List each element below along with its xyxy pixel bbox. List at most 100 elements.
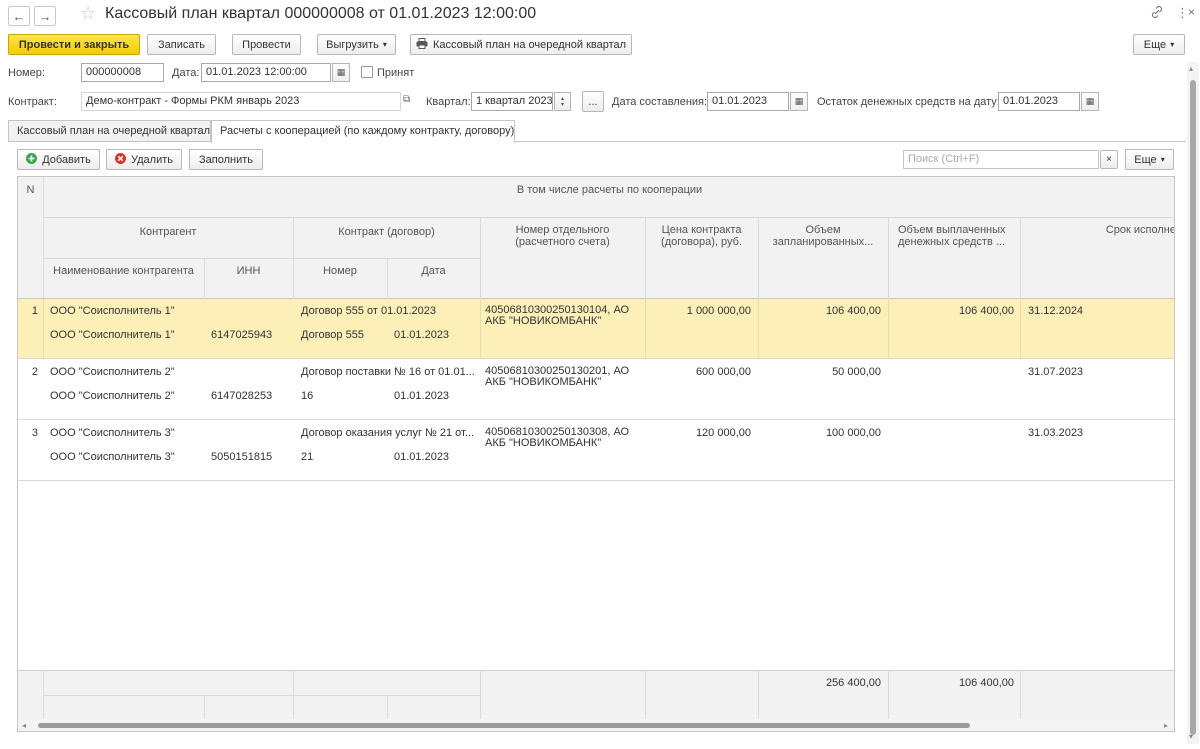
contract-label: Контракт:: [8, 96, 57, 108]
row-number: 3: [31, 427, 38, 439]
fill-button[interactable]: Заполнить: [189, 149, 263, 170]
tab-quarter-plan[interactable]: Кассовый план на очередной квартал: [8, 120, 211, 142]
vertical-scrollbar[interactable]: ▴ ▾: [1187, 62, 1199, 744]
quarter-select-button[interactable]: ...: [582, 91, 604, 112]
compile-date-field[interactable]: 01.01.2023: [707, 92, 789, 111]
cell-deadline[interactable]: 31.07.2023: [1028, 366, 1168, 378]
dropdown-arrow-icon: ▾: [1160, 155, 1165, 164]
col-date-header[interactable]: Дата: [387, 258, 480, 284]
cell-date[interactable]: 01.01.2023: [394, 329, 478, 341]
quarter-field[interactable]: 1 квартал 2023: [471, 92, 553, 111]
scroll-up-icon[interactable]: ▴: [1189, 64, 1193, 73]
tab-cooperation[interactable]: Расчеты с кооперацией (по каждому контра…: [211, 120, 515, 143]
cell-inn[interactable]: 5050151815: [211, 451, 291, 463]
page-title: Кассовый план квартал 000000008 от 01.01…: [105, 5, 537, 22]
col-cp-name-header[interactable]: Наименование контрагента: [43, 258, 204, 284]
post-button[interactable]: Провести: [232, 34, 301, 55]
add-label: Добавить: [42, 153, 91, 166]
link-icon[interactable]: [1150, 5, 1164, 22]
delete-label: Удалить: [131, 153, 173, 166]
print-plan-button[interactable]: Кассовый план на очередной квартал: [410, 34, 632, 55]
col-price-header[interactable]: Цена контракта (договора), руб.: [645, 223, 758, 249]
save-button[interactable]: Записать: [147, 34, 216, 55]
post-and-close-button[interactable]: Провести и закрыть: [8, 34, 140, 55]
contract-field[interactable]: Демо-контракт - Формы РКМ январь 2023: [81, 92, 401, 111]
cell-inn[interactable]: 6147025943: [211, 329, 291, 341]
balance-date-field[interactable]: 01.01.2023: [998, 92, 1080, 111]
delete-button[interactable]: Удалить: [106, 149, 182, 170]
dropdown-arrow-icon: ▾: [1170, 40, 1175, 49]
cell-contract[interactable]: Договор 555 от 01.01.2023: [301, 305, 477, 317]
col-deadline-header[interactable]: Срок исполне: [1020, 217, 1174, 243]
col-inn-header[interactable]: ИНН: [204, 258, 293, 284]
cell-date[interactable]: 01.01.2023: [394, 390, 478, 402]
cell-account[interactable]: 40506810300250130104, АО АКБ "НОВИКОМБАН…: [485, 305, 640, 327]
date-field[interactable]: 01.01.2023 12:00:00: [201, 63, 331, 82]
plus-circle-icon: [26, 152, 38, 167]
cell-cp-name[interactable]: ООО "Соисполнитель 1": [50, 329, 200, 341]
cell-price[interactable]: 120 000,00: [648, 427, 751, 439]
horizontal-scrollbar[interactable]: ◂ ▸: [18, 719, 1174, 731]
cell-account[interactable]: 40506810300250130308, АО АКБ "НОВИКОМБАН…: [485, 427, 640, 449]
col-counterparty-header[interactable]: Контрагент: [43, 217, 293, 247]
cell-inn[interactable]: 6147028253: [211, 390, 291, 402]
accepted-label: Принят: [377, 67, 415, 79]
open-icon[interactable]: ⧉: [403, 94, 410, 105]
cell-counterparty[interactable]: ООО "Соисполнитель 2": [50, 366, 290, 378]
quarter-stepper-icon[interactable]: ▴ ▾: [554, 92, 571, 111]
scroll-left-icon[interactable]: ◂: [22, 721, 26, 730]
clear-search-button[interactable]: ×: [1100, 150, 1118, 169]
cell-contract[interactable]: Договор оказания услуг № 21 от...: [301, 427, 477, 439]
cell-counterparty[interactable]: ООО "Соисполнитель 1": [50, 305, 290, 317]
vertical-scroll-thumb[interactable]: [1190, 80, 1196, 735]
cell-planned[interactable]: 106 400,00: [761, 305, 881, 317]
col-planned-header[interactable]: Объем запланированных...: [758, 223, 888, 249]
cell-price[interactable]: 1 000 000,00: [648, 305, 751, 317]
cell-cp-name[interactable]: ООО "Соисполнитель 3": [50, 451, 200, 463]
cell-number[interactable]: Договор 555: [301, 329, 385, 341]
print-plan-label: Кассовый план на очередной квартал: [432, 38, 627, 51]
cell-deadline[interactable]: 31.12.2024: [1028, 305, 1168, 317]
date-label: Дата:: [172, 67, 200, 79]
table-more-button[interactable]: Еще ▾: [1125, 149, 1174, 170]
col-n-header[interactable]: N: [18, 177, 43, 202]
calendar-icon[interactable]: ▦: [790, 92, 808, 111]
balance-date-label: Остаток денежных средств на дату:: [817, 96, 1000, 108]
number-label: Номер:: [8, 67, 45, 79]
back-button[interactable]: ←: [8, 6, 30, 26]
printer-icon: [416, 37, 428, 52]
row-number: 2: [31, 366, 38, 378]
favorite-star-icon[interactable]: ☆: [80, 3, 96, 24]
number-field[interactable]: 000000008: [81, 63, 164, 82]
col-number-header[interactable]: Номер: [293, 258, 387, 284]
cell-contract[interactable]: Договор поставки № 16 от 01.01...: [301, 366, 477, 378]
col-contract-header[interactable]: Контракт (договор): [293, 217, 480, 247]
col-account-header[interactable]: Номер отдельного (расчетного счета): [480, 223, 645, 249]
forward-button[interactable]: →: [34, 6, 56, 26]
cell-price[interactable]: 600 000,00: [648, 366, 751, 378]
add-button[interactable]: Добавить: [17, 149, 100, 170]
row-number: 1: [31, 305, 38, 317]
cell-date[interactable]: 01.01.2023: [394, 451, 478, 463]
calendar-icon[interactable]: ▦: [1081, 92, 1099, 111]
scroll-right-icon[interactable]: ▸: [1164, 721, 1168, 730]
cell-planned[interactable]: 50 000,00: [761, 366, 881, 378]
more-button[interactable]: Еще ▾: [1133, 34, 1185, 55]
col-paid-header[interactable]: Объем выплаченных денежных средств ...: [888, 223, 1020, 249]
cell-account[interactable]: 40506810300250130201, АО АКБ "НОВИКОМБАН…: [485, 366, 640, 388]
total-paid: 106 400,00: [958, 677, 1014, 689]
calendar-icon[interactable]: ▦: [332, 63, 350, 82]
close-icon[interactable]: ×: [1188, 5, 1195, 19]
accepted-checkbox[interactable]: [361, 66, 373, 78]
cell-planned[interactable]: 100 000,00: [761, 427, 881, 439]
scroll-down-icon[interactable]: ▾: [1189, 732, 1193, 741]
export-button[interactable]: Выгрузить ▾: [317, 34, 396, 55]
cell-cp-name[interactable]: ООО "Соисполнитель 2": [50, 390, 200, 402]
search-input[interactable]: Поиск (Ctrl+F): [903, 150, 1099, 169]
cell-number[interactable]: 16: [301, 390, 385, 402]
cell-counterparty[interactable]: ООО "Соисполнитель 3": [50, 427, 290, 439]
cell-number[interactable]: 21: [301, 451, 385, 463]
cell-deadline[interactable]: 31.03.2023: [1028, 427, 1168, 439]
horizontal-scroll-thumb[interactable]: [38, 723, 970, 728]
cell-paid[interactable]: 106 400,00: [891, 305, 1014, 317]
